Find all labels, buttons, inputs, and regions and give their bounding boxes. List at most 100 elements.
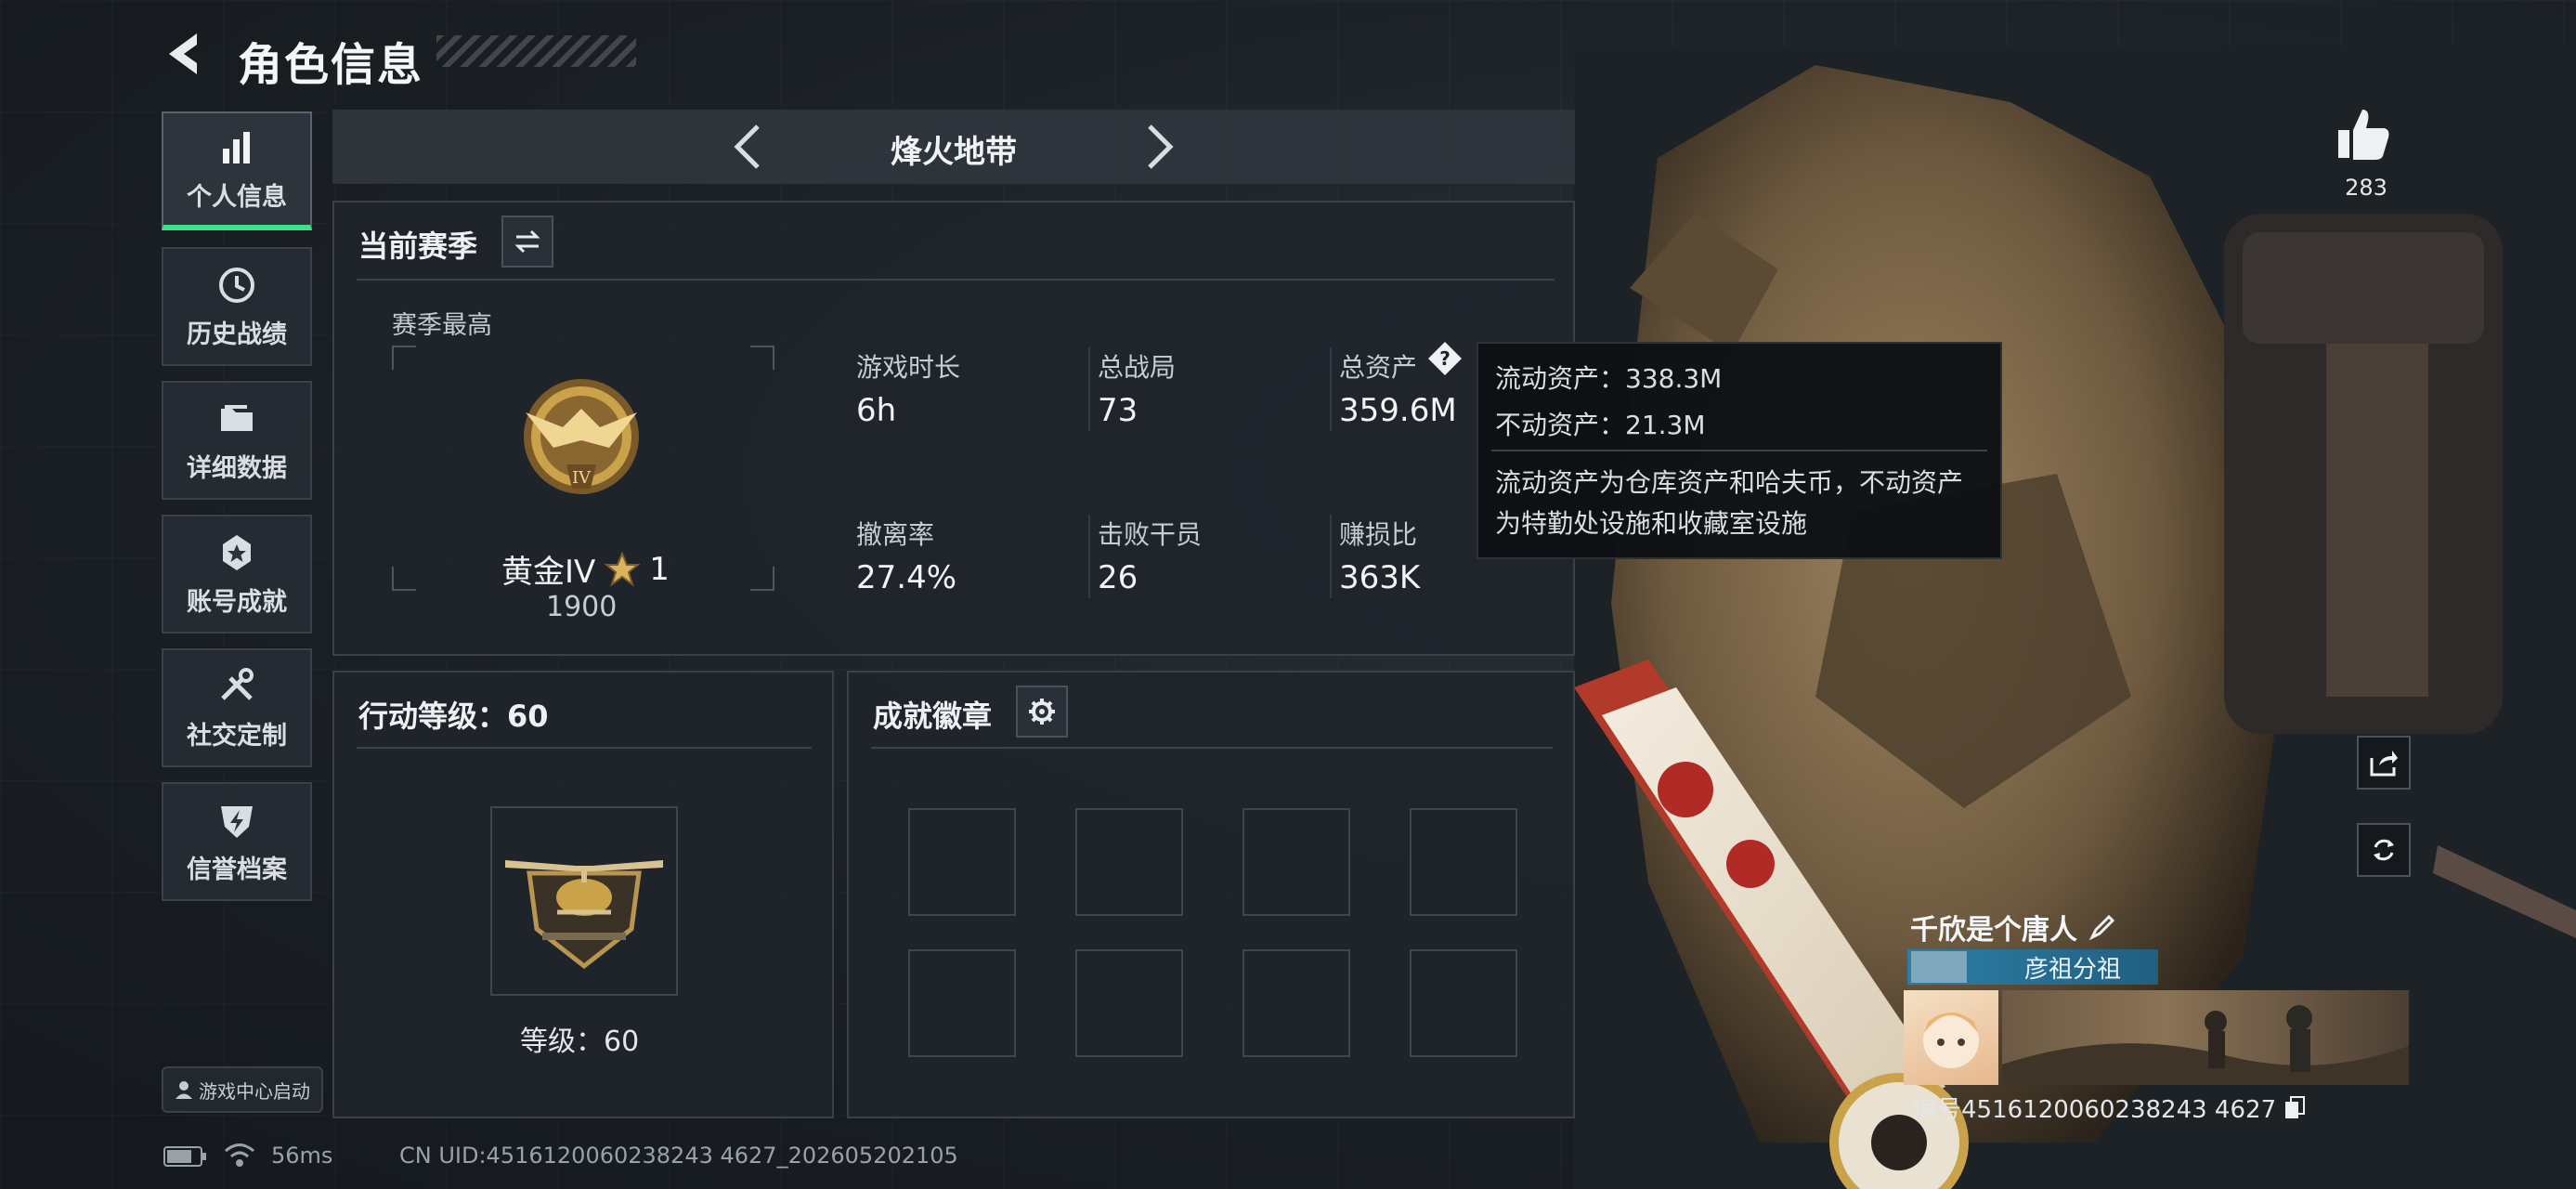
rank-display: 黄金IV 1: [501, 546, 670, 592]
switch-season-button[interactable]: [501, 216, 553, 268]
level-emblem-frame: [490, 806, 678, 996]
shield-bolt-icon: [221, 805, 253, 838]
stat-extraction-rate-value: 27.4%: [856, 559, 957, 596]
stat-kills-label: 击败干员: [1098, 519, 1203, 550]
like-count: 283: [2345, 175, 2387, 201]
badge-slot[interactable]: [1075, 949, 1183, 1057]
tooltip-fixed-assets: 不动资产：21.3M: [1495, 410, 1706, 440]
chevron-right-icon[interactable]: [1129, 119, 1185, 175]
stat-matches-label: 总战局: [1098, 352, 1177, 383]
edit-pencil-icon[interactable]: [2088, 913, 2116, 941]
stat-profit-ratio-label: 赚损比: [1339, 519, 1418, 550]
player-name: 千欣是个唐人: [1910, 907, 2116, 947]
stat-matches-value: 73: [1098, 392, 1138, 429]
help-diamond-icon: ?: [1428, 342, 1462, 375]
sidebar-item-social-custom[interactable]: 社交定制: [162, 648, 312, 767]
sidebar-item-achievements[interactable]: 账号成就: [162, 515, 312, 634]
stat-separator: [1088, 347, 1090, 431]
back-arrow-icon: [169, 33, 197, 74]
badge-slot[interactable]: [908, 949, 1016, 1057]
badge-settings-button[interactable]: [1016, 686, 1068, 738]
sidebar-item-label: 个人信息: [187, 182, 287, 212]
badge-slot[interactable]: [908, 808, 1016, 916]
rank-name: 黄金IV: [501, 554, 596, 591]
season-best-label: 赛季最高: [392, 311, 492, 340]
helicopter-level-emblem: [505, 860, 663, 970]
tooltip-divider: [1491, 450, 1987, 451]
tooltip-note-line2: 为特勤处设施和收藏室设施: [1495, 508, 1808, 539]
sidebar-item-label: 账号成就: [187, 587, 287, 617]
sidebar-item-credit-file[interactable]: 信誉档案: [162, 782, 312, 901]
svg-text:IV: IV: [572, 468, 592, 488]
stat-kills-value: 26: [1098, 559, 1138, 596]
wifi-icon: [223, 1141, 256, 1172]
action-level-panel: 行动等级：60 等级：60: [332, 671, 834, 1118]
battery-icon: [163, 1144, 208, 1172]
badge-slot[interactable]: [1410, 808, 1517, 916]
map-name: 烽火地带: [891, 134, 1017, 171]
sidebar-item-history[interactable]: 历史战绩: [162, 247, 312, 366]
badge-slot[interactable]: [1242, 949, 1350, 1057]
divider: [357, 279, 1555, 281]
swap-icon: [514, 229, 540, 254]
stat-total-assets-value: 359.6M: [1339, 392, 1457, 429]
sidebar-item-personal-info[interactable]: 个人信息: [162, 111, 312, 230]
stat-separator: [1088, 515, 1090, 598]
like-button[interactable]: [2335, 106, 2392, 165]
player-banner: [2002, 990, 2409, 1085]
back-button[interactable]: [160, 28, 212, 80]
ping-text: 56ms: [271, 1143, 333, 1169]
player-avatar: [1904, 990, 1998, 1085]
rank-points: 1900: [546, 591, 618, 623]
achievement-star-icon: [223, 534, 251, 570]
stat-separator: [1330, 347, 1332, 431]
sidebar-item-detailed-data[interactable]: 详细数据: [162, 381, 312, 500]
level-text: 等级：60: [520, 1026, 640, 1058]
tools-icon: [221, 667, 254, 700]
divider: [357, 747, 812, 749]
sidebar-item-label: 详细数据: [187, 453, 287, 483]
player-id: 编号4516120060238243 4627: [1913, 1091, 2306, 1125]
player-id-text: 编号4516120060238243 4627: [1913, 1096, 2277, 1124]
gold-rank-emblem: IV: [524, 379, 639, 494]
sidebar-item-label: 历史战绩: [187, 320, 287, 349]
stat-profit-ratio-value: 363K: [1339, 559, 1421, 596]
user-icon: [176, 1081, 192, 1099]
season-title: 当前赛季: [358, 229, 478, 264]
launch-label: 游戏中心启动: [199, 1079, 310, 1103]
share-button[interactable]: [2357, 736, 2411, 790]
tooltip-liquid-assets: 流动资产：338.3M: [1495, 363, 1723, 394]
svg-text:?: ?: [1439, 347, 1451, 370]
stat-separator: [1330, 515, 1332, 598]
badge-slot[interactable]: [1410, 949, 1517, 1057]
game-center-launch-button[interactable]: 游戏中心启动: [162, 1066, 323, 1113]
thumbs-up-icon: [2338, 110, 2389, 160]
player-card[interactable]: [1904, 990, 2409, 1085]
refresh-button[interactable]: [2357, 823, 2411, 877]
clan-name: 彦祖分祖: [2024, 955, 2122, 984]
badge-slot[interactable]: [1242, 808, 1350, 916]
clan-bar[interactable]: 彦祖分祖: [1907, 949, 2158, 985]
stat-extraction-rate-label: 撤离率: [856, 519, 935, 550]
refresh-icon: [2374, 839, 2394, 861]
stat-total-assets-label: 总资产: [1339, 352, 1418, 383]
sidebar-item-label: 社交定制: [187, 721, 287, 751]
badge-slot[interactable]: [1075, 808, 1183, 916]
header-decoration: [436, 35, 636, 67]
player-name-text: 千欣是个唐人: [1910, 914, 2077, 947]
star-icon: [605, 551, 641, 587]
clan-avatar: [1911, 951, 1967, 983]
share-icon: [2370, 751, 2398, 777]
bar-chart-icon: [223, 131, 250, 163]
map-selector: 烽火地带: [332, 110, 1575, 184]
tooltip-note-line1: 流动资产为仓库资产和哈夫币，不动资产: [1495, 467, 1964, 498]
assets-tooltip: 流动资产：338.3M 不动资产：21.3M 流动资产为仓库资产和哈夫币，不动资…: [1477, 342, 2002, 559]
divider: [871, 747, 1553, 749]
copy-icon[interactable]: [2283, 1095, 2306, 1120]
uid-text: CN UID:4516120060238243 4627_20260520210…: [399, 1143, 958, 1169]
stat-playtime-label: 游戏时长: [856, 352, 961, 383]
assets-help-button[interactable]: ?: [1426, 340, 1464, 377]
page-title: 角色信息: [238, 39, 424, 91]
achievement-badges-panel: 成就徽章: [847, 671, 1575, 1118]
stat-playtime-value: 6h: [856, 392, 897, 429]
